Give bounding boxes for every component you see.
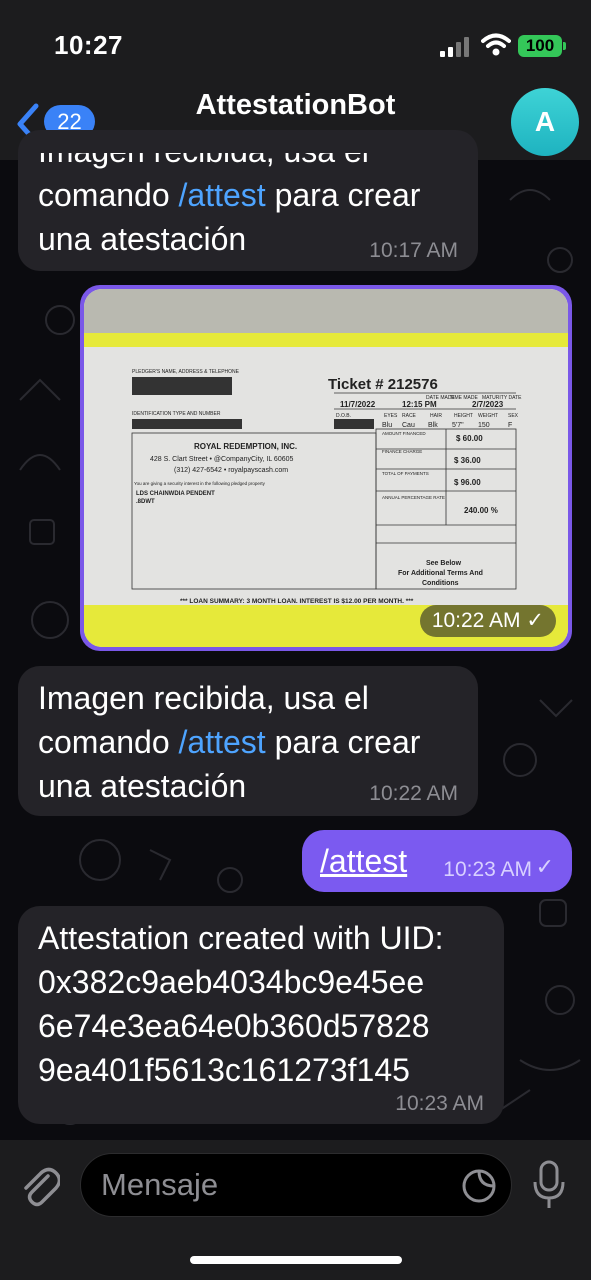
read-check-icon: ✓ [535,854,554,879]
message-cut-line: Imagen recibida, usa el [38,133,369,169]
message-text: Attestation created with UID: 0x382c9aeb… [38,916,498,1092]
battery-level: 100 [518,35,562,57]
svg-text:TOTAL OF PAYMENTS: TOTAL OF PAYMENTS [382,471,429,476]
message-text-part: comando [38,177,179,213]
microphone-icon[interactable] [531,1160,567,1210]
svg-text:LDS CHAINWDIA PENDENT: LDS CHAINWDIA PENDENT [136,491,215,497]
svg-text:AMOUNT FINANCED: AMOUNT FINANCED [382,431,426,436]
incoming-message[interactable]: Imagen recibida, usa el comando /attest … [18,666,478,816]
svg-text:12:15 PM: 12:15 PM [402,400,437,409]
incoming-message[interactable]: Imagen recibida, usa el comando /attest … [18,130,478,271]
message-text: Imagen recibida, usa el comando /attest … [38,676,420,808]
message-time: 10:17 AM [369,239,458,262]
photo-timestamp: 10:22 AM ✓ [419,605,556,637]
home-indicator [190,1256,402,1264]
svg-text:Cau: Cau [402,422,415,429]
svg-text:Blk: Blk [428,422,438,429]
message-text-part: comando [38,724,179,760]
message-input-container[interactable] [80,1153,512,1217]
svg-text:ANNUAL PERCENTAGE RATE: ANNUAL PERCENTAGE RATE [382,495,445,500]
photo-ticket-number: Ticket # 212576 [328,376,438,393]
incoming-message[interactable]: Attestation created with UID: 0x382c9aeb… [18,906,504,1124]
chat-title[interactable]: AttestationBot [0,89,591,122]
attestation-uid: 6e74e3ea64e0b360d57828 [38,1008,430,1044]
status-bar: 10:27 100 [0,0,591,90]
pawn-ticket-photo[interactable]: PLEDGER'S NAME, ADDRESS & TELEPHONE Tick… [84,289,568,647]
cellular-signal-icon [440,37,469,57]
message-time: 10:22 AM [369,782,458,805]
message-text: Imagen recibida, usa el comando /attest … [38,153,421,261]
svg-text:HAIR: HAIR [430,413,442,419]
outgoing-message[interactable]: /attest 10:23 AM ✓ [302,830,572,892]
svg-text:See Below: See Below [426,560,462,567]
sticker-icon[interactable] [461,1168,497,1204]
message-text-line: una atestación [38,768,247,804]
svg-text:$ 60.00: $ 60.00 [456,434,483,443]
message-input[interactable] [101,1154,441,1216]
photo-text: PLEDGER'S NAME, ADDRESS & TELEPHONE [132,369,240,375]
svg-text:D.O.B.: D.O.B. [336,413,351,419]
svg-text:RACE: RACE [402,413,417,419]
svg-text:11/7/2022: 11/7/2022 [340,400,376,409]
message-text-part: para crear [265,177,421,213]
svg-text:(312) 427-6542 • royalpayscash: (312) 427-6542 • royalpayscash.com [174,467,288,474]
svg-text:Blu: Blu [382,422,392,429]
bot-avatar[interactable]: A [511,88,579,156]
svg-text:*** LOAN SUMMARY: 3 MONTH LOAN: *** LOAN SUMMARY: 3 MONTH LOAN. INTEREST… [180,598,414,605]
message-time: 10:23 AM [395,1092,484,1115]
svg-text:WEIGHT: WEIGHT [478,413,498,419]
svg-text:FINANCE CHARGE: FINANCE CHARGE [382,449,422,454]
battery-tip [563,42,566,50]
paperclip-icon[interactable] [18,1162,60,1208]
status-time: 10:27 [54,30,123,60]
svg-text:Conditions: Conditions [422,580,459,587]
double-check-icon: ✓ [526,609,544,632]
wifi-icon [481,33,511,56]
svg-text:You are giving a security inte: You are giving a security interest in th… [134,481,266,486]
pawn-ticket-image: PLEDGER'S NAME, ADDRESS & TELEPHONE Tick… [84,289,568,647]
svg-text:SEX: SEX [508,413,519,419]
message-text-line: una atestación [38,221,247,257]
svg-text:5'7": 5'7" [452,422,464,429]
message-text-line: Imagen recibida, usa el [38,680,369,716]
svg-text:$ 96.00: $ 96.00 [454,478,481,487]
message-text-part: para crear [265,724,421,760]
svg-text:.8DWT: .8DWT [136,499,155,505]
attest-command-link[interactable]: /attest [179,177,266,213]
svg-text:240.00 %: 240.00 % [464,506,498,515]
message-text-line: Attestation created with UID: [38,920,444,956]
svg-text:EYES: EYES [384,413,398,419]
svg-text:F: F [508,422,512,429]
attest-command-link[interactable]: /attest [320,839,407,883]
message-time: 10:22 AM [431,609,521,632]
outgoing-photo-message[interactable]: PLEDGER'S NAME, ADDRESS & TELEPHONE Tick… [80,285,572,651]
message-input-bar [0,1140,591,1280]
attest-command-link[interactable]: /attest [179,724,266,760]
svg-text:HEIGHT: HEIGHT [454,413,473,419]
svg-text:428 S. Clart Street • @Company: 428 S. Clart Street • @CompanyCity, IL 6… [150,456,294,463]
svg-text:150: 150 [478,422,490,429]
svg-text:For Additional Terms And: For Additional Terms And [398,570,483,577]
attestation-uid: 9ea401f5613c161273f145 [38,1052,410,1088]
photo-business-name: ROYAL REDEMPTION, INC. [194,442,297,451]
svg-text:$ 36.00: $ 36.00 [454,456,481,465]
svg-text:2/7/2023: 2/7/2023 [472,400,504,409]
svg-text:IDENTIFICATION TYPE AND NUMBER: IDENTIFICATION TYPE AND NUMBER [132,411,221,417]
attestation-uid: 0x382c9aeb4034bc9e45ee [38,964,425,1000]
message-time: 10:23 AM [443,858,532,881]
